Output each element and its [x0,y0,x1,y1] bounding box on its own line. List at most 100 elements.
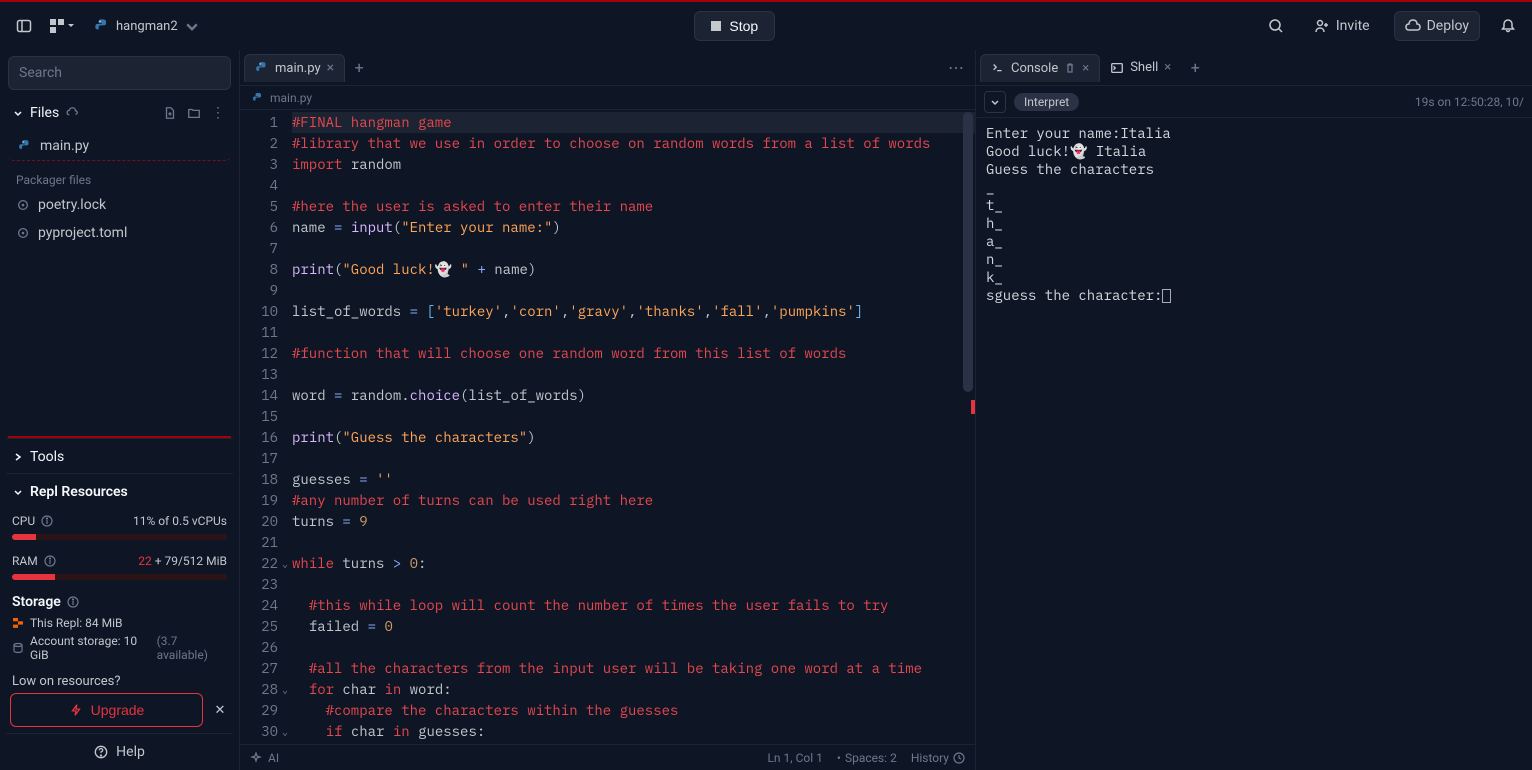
files-menu-button[interactable]: ⋮ [209,104,227,122]
console-close-button[interactable]: × [1082,61,1089,76]
ai-button[interactable]: AI [250,751,279,765]
low-resources-text: Low on resources? [6,668,233,693]
breadcrumb-text: main.py [270,91,312,105]
file-item[interactable]: poetry.lock [6,191,233,219]
code-content[interactable]: #FINAL hangman game#library that we use … [288,110,975,744]
collapse-button[interactable] [984,91,1006,113]
stop-icon [711,21,721,31]
scrollbar[interactable] [963,112,973,392]
ram-used: 22 [138,554,152,568]
notifications-button[interactable] [1494,12,1522,40]
python-icon [252,92,264,104]
console-output[interactable]: Enter your name:Italia Good luck!👻 Itali… [976,118,1532,770]
run-time-label: 19s on 12:50:28, 10/ [1415,95,1524,109]
tools-label: Tools [30,449,64,465]
indent-setting[interactable]: • Spaces: 2 [837,751,897,765]
new-console-tab-button[interactable]: + [1181,58,1209,77]
cpu-label: CPU [12,514,35,528]
ram-total: + 79/512 MiB [152,554,227,568]
tab-main-py[interactable]: main.py × [244,54,345,82]
panel-toggle-button[interactable] [10,12,38,40]
cpu-row: CPU 11% of 0.5 vCPUs [6,510,233,532]
cloud-sync-icon [65,106,79,120]
console-subheader: Interpret 19s on 12:50:28, 10/ [976,86,1532,118]
chevron-right-icon [12,451,24,463]
storage-block: Storage This Repl: 84 MiB Account storag… [6,590,233,668]
ram-bar [12,574,227,580]
python-icon [18,139,32,153]
cursor-position[interactable]: Ln 1, Col 1 [767,751,822,765]
error-marker [971,400,975,414]
resources-toggle[interactable]: Repl Resources [6,473,233,510]
search-input[interactable]: Search [8,56,231,90]
file-item[interactable]: pyproject.toml [6,219,233,247]
chevron-down-icon [12,107,24,119]
upgrade-button[interactable]: Upgrade [10,693,203,727]
tab-console[interactable]: Console × [980,54,1100,82]
info-icon[interactable] [44,555,56,567]
search-button[interactable] [1262,12,1290,40]
console-panel: Console × Shell × + Interpret 19s on 12:… [976,50,1532,770]
deploy-label: Deploy [1427,18,1469,34]
trash-icon[interactable] [1064,62,1076,74]
ram-label: RAM [12,554,38,568]
info-icon[interactable] [41,515,53,527]
new-tab-button[interactable]: + [345,58,373,77]
new-file-button[interactable] [161,104,179,122]
tab-shell[interactable]: Shell × [1100,54,1181,81]
upgrade-label: Upgrade [91,702,145,718]
file-name: pyproject.toml [38,225,127,241]
project-selector[interactable]: hangman2 [86,14,208,38]
file-name: main.py [40,138,89,154]
files-header[interactable]: Files ⋮ [6,96,233,128]
python-icon [255,61,269,75]
config-icon [16,226,30,240]
storage-this-repl: This Repl: 84 MiB [12,614,227,632]
storage-account: Account storage: 10 GiB (3.7 available) [12,632,227,664]
input-cursor [1162,289,1171,303]
invite-button[interactable]: Invite [1304,12,1380,40]
line-gutter: 1234567891011121314151617181920212223242… [240,110,288,744]
main-content: Search Files ⋮ main.py Packager files po… [0,50,1532,770]
code-editor[interactable]: 1234567891011121314151617181920212223242… [240,110,975,744]
info-icon[interactable] [67,596,79,608]
project-name: hangman2 [116,19,178,34]
resources-label: Repl Resources [30,484,128,500]
stop-button[interactable]: Stop [694,11,775,41]
layout-menu-button[interactable] [48,12,76,40]
sparkle-icon [250,752,262,764]
shell-close-button[interactable]: × [1164,60,1171,75]
replit-icon [12,617,24,629]
shell-icon [1110,61,1124,75]
help-icon [94,745,108,759]
help-label: Help [116,744,145,760]
packager-label: Packager files [6,167,233,191]
file-name: poetry.lock [38,197,106,213]
editor-tabs: main.py × + ⋯ [240,50,975,86]
tab-close-button[interactable]: × [327,61,334,75]
file-item[interactable]: main.py [8,132,231,161]
terminal-icon [991,61,1005,75]
tab-label: main.py [275,61,321,76]
history-icon [953,752,965,764]
statusbar: AI Ln 1, Col 1 • Spaces: 2 History [240,744,975,770]
deploy-button[interactable]: Deploy [1394,11,1480,41]
interpret-badge[interactable]: Interpret [1014,93,1079,111]
help-button[interactable]: Help [6,733,233,770]
editor-area: main.py × + ⋯ main.py 123456789101112131… [240,50,976,770]
editor-menu-button[interactable]: ⋯ [938,58,975,77]
lightning-icon [69,703,83,717]
run-button-label: Stop [729,18,758,34]
sidebar: Search Files ⋮ main.py Packager files po… [0,50,240,770]
topbar: hangman2 Stop Invite Deploy [0,2,1532,50]
tools-toggle[interactable]: Tools [6,438,233,473]
new-folder-button[interactable] [185,104,203,122]
breadcrumb[interactable]: main.py [240,86,975,110]
database-icon [12,642,24,654]
upgrade-dismiss-button[interactable]: ✕ [211,703,229,718]
history-button[interactable]: History [911,751,965,765]
chevron-down-icon [990,97,1000,107]
storage-label: Storage [12,594,61,610]
cpu-bar [12,534,227,540]
console-tabs: Console × Shell × + [976,50,1532,86]
